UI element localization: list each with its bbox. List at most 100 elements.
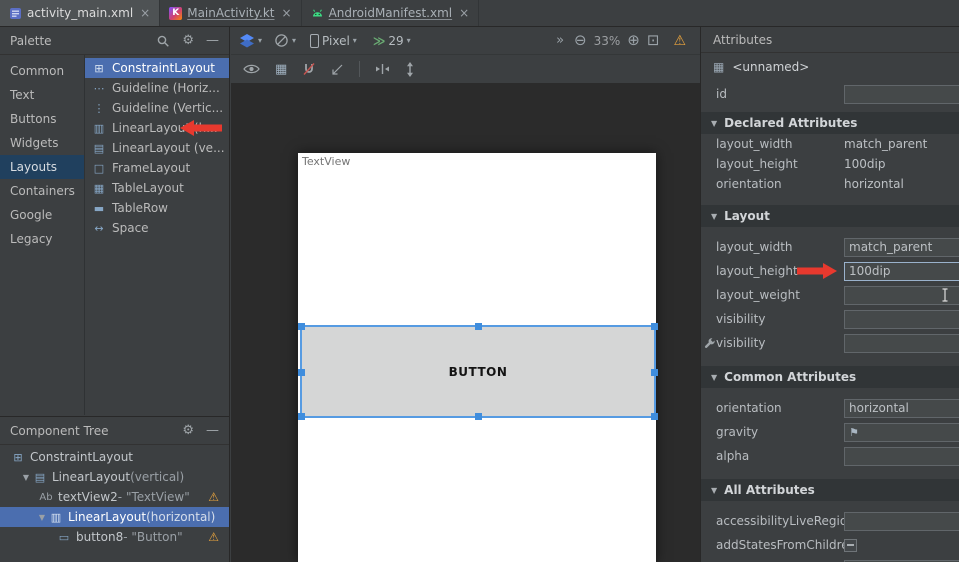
tree-item-constraintlayout[interactable]: ⊞ ConstraintLayout bbox=[0, 447, 229, 467]
tab-mainactivity-kt[interactable]: K MainActivity.kt × bbox=[160, 0, 301, 26]
selected-linearlayout-horizontal[interactable]: BUTTON bbox=[300, 325, 656, 418]
autoconnect-off-magnet-icon[interactable] bbox=[302, 62, 316, 76]
tree-item-linearlayout-vertical[interactable]: ▼ ▤ LinearLayout (vertical) bbox=[0, 467, 229, 487]
attribute-value[interactable]: match_parent bbox=[844, 137, 927, 151]
blueprint-grid-icon[interactable]: ▦ bbox=[275, 62, 287, 77]
canvas-textview[interactable]: TextView bbox=[302, 155, 350, 168]
canvas-button[interactable]: BUTTON bbox=[449, 365, 508, 379]
minimize-icon[interactable]: — bbox=[206, 424, 219, 437]
selection-handle[interactable] bbox=[298, 369, 305, 376]
section-all-attributes[interactable]: ▼ All Attributes bbox=[701, 479, 959, 501]
api-level-selector[interactable]: ≫ 29 ▾ bbox=[373, 34, 411, 48]
palette-category-layouts[interactable]: Layouts bbox=[0, 155, 84, 179]
palette-category-legacy[interactable]: Legacy bbox=[0, 227, 84, 251]
tab-label: MainActivity.kt bbox=[187, 6, 274, 20]
design-canvas[interactable]: TextView BUTTON bbox=[231, 83, 700, 562]
palette-item-guideline-horizontal[interactable]: ⋯ Guideline (Horiz... bbox=[85, 78, 229, 98]
alpha-field[interactable] bbox=[844, 447, 959, 466]
api-level: 29 bbox=[388, 34, 403, 48]
palette-item-label: TableRow bbox=[112, 201, 168, 215]
selection-handle[interactable] bbox=[651, 413, 658, 420]
tools-visibility-field[interactable] bbox=[844, 334, 959, 353]
minimize-icon[interactable]: — bbox=[206, 34, 219, 47]
visibility-field[interactable] bbox=[844, 310, 959, 329]
close-tab-icon[interactable]: × bbox=[282, 6, 292, 20]
section-collapse-icon[interactable]: ▼ bbox=[711, 212, 717, 221]
selection-handle[interactable] bbox=[475, 413, 482, 420]
design-surface-selector[interactable]: ▾ bbox=[239, 33, 262, 48]
selection-handle[interactable] bbox=[475, 323, 482, 330]
device-artboard[interactable]: TextView BUTTON bbox=[298, 153, 656, 562]
section-collapse-icon[interactable]: ▼ bbox=[711, 373, 717, 382]
layout-width-field[interactable] bbox=[844, 238, 959, 257]
pack-horizontally-icon[interactable] bbox=[375, 63, 390, 75]
device-selector[interactable]: Pixel ▾ bbox=[310, 34, 357, 48]
gear-icon[interactable]: ⚙ bbox=[182, 34, 194, 47]
default-margins-icon[interactable] bbox=[331, 63, 344, 76]
selection-handle[interactable] bbox=[298, 323, 305, 330]
gravity-field[interactable]: ⚑ bbox=[844, 423, 959, 442]
attribute-value[interactable]: 100dip bbox=[844, 157, 885, 171]
component-tree-title: Component Tree bbox=[10, 424, 108, 438]
theme-selector[interactable]: ▾ bbox=[274, 33, 296, 48]
space-icon: ↔ bbox=[91, 222, 107, 235]
tree-item-textview2[interactable]: Ab textView2 - "TextView" ⚠ bbox=[0, 487, 229, 507]
tab-activity-main-xml[interactable]: activity_main.xml × bbox=[0, 0, 160, 26]
palette-item-linearlayout-vertical[interactable]: ▤ LinearLayout (ve... bbox=[85, 138, 229, 158]
palette-item-space[interactable]: ↔ Space bbox=[85, 218, 229, 238]
guideline-horizontal-icon: ⋯ bbox=[91, 82, 107, 95]
toolbar-overflow-icon[interactable]: » bbox=[556, 33, 564, 48]
selection-handle[interactable] bbox=[651, 369, 658, 376]
zoom-to-fit-icon[interactable]: ⊡ bbox=[647, 33, 660, 48]
palette-category-google[interactable]: Google bbox=[0, 203, 84, 227]
layout-height-field[interactable] bbox=[844, 262, 959, 281]
warning-icon[interactable]: ⚠ bbox=[208, 530, 219, 544]
palette-category-containers[interactable]: Containers bbox=[0, 179, 84, 203]
warning-icon[interactable]: ⚠ bbox=[208, 490, 219, 504]
android-file-icon bbox=[311, 7, 324, 20]
palette-item-label: Space bbox=[112, 221, 149, 235]
layout-attributes-rows: layout_width layout_height layout_weight… bbox=[701, 227, 959, 355]
orientation-field[interactable] bbox=[844, 399, 959, 418]
palette-category-common[interactable]: Common bbox=[0, 59, 84, 83]
selection-handle[interactable] bbox=[651, 323, 658, 330]
id-field[interactable] bbox=[844, 85, 959, 104]
palette-item-tablerow[interactable]: ▬ TableRow bbox=[85, 198, 229, 218]
close-tab-icon[interactable]: × bbox=[459, 6, 469, 20]
section-layout[interactable]: ▼ Layout bbox=[701, 205, 959, 227]
palette-category-text[interactable]: Text bbox=[0, 83, 84, 107]
selection-handle[interactable] bbox=[298, 413, 305, 420]
component-name: <unnamed> bbox=[732, 60, 809, 74]
palette-category-buttons[interactable]: Buttons bbox=[0, 107, 84, 131]
chevron-expanded-icon[interactable]: ▼ bbox=[36, 513, 48, 522]
section-title: Declared Attributes bbox=[724, 116, 857, 130]
linearlayout-horizontal-icon: ▥ bbox=[48, 511, 64, 524]
close-tab-icon[interactable]: × bbox=[140, 6, 150, 20]
gear-icon[interactable]: ⚙ bbox=[182, 424, 194, 437]
chevron-expanded-icon[interactable]: ▼ bbox=[20, 473, 32, 482]
zoom-out-icon[interactable]: ⊖ bbox=[574, 33, 587, 48]
attribute-row-id: id bbox=[701, 80, 959, 108]
section-declared-attributes[interactable]: ▼ Declared Attributes bbox=[701, 112, 959, 134]
palette-item-framelayout[interactable]: □ FrameLayout bbox=[85, 158, 229, 178]
attribute-value[interactable]: horizontal bbox=[844, 177, 904, 191]
search-icon[interactable] bbox=[156, 34, 170, 48]
section-collapse-icon[interactable]: ▼ bbox=[711, 486, 717, 495]
warnings-errors-icon[interactable]: ⚠ bbox=[673, 33, 686, 49]
tree-item-button8[interactable]: ▭ button8 - "Button" ⚠ bbox=[0, 527, 229, 547]
view-options-eye-icon[interactable] bbox=[243, 63, 260, 75]
tree-item-linearlayout-horizontal[interactable]: ▼ ▥ LinearLayout (horizontal) bbox=[0, 507, 229, 527]
section-title: Layout bbox=[724, 209, 770, 223]
accessibilityliveregion-field[interactable] bbox=[844, 512, 959, 531]
addstatesfromchildren-checkbox[interactable] bbox=[844, 539, 857, 552]
expand-vertically-icon[interactable] bbox=[405, 62, 415, 77]
palette-item-constraintlayout[interactable]: ⊞ ConstraintLayout bbox=[85, 58, 229, 78]
section-collapse-icon[interactable]: ▼ bbox=[711, 119, 717, 128]
palette-item-guideline-vertical[interactable]: ⋮ Guideline (Vertic... bbox=[85, 98, 229, 118]
attribute-label: visibility bbox=[716, 312, 844, 326]
section-common-attributes[interactable]: ▼ Common Attributes bbox=[701, 366, 959, 388]
palette-item-tablelayout[interactable]: ▦ TableLayout bbox=[85, 178, 229, 198]
palette-category-widgets[interactable]: Widgets bbox=[0, 131, 84, 155]
tab-androidmanifest-xml[interactable]: AndroidManifest.xml × bbox=[302, 0, 480, 26]
zoom-in-icon[interactable]: ⊕ bbox=[627, 33, 640, 48]
